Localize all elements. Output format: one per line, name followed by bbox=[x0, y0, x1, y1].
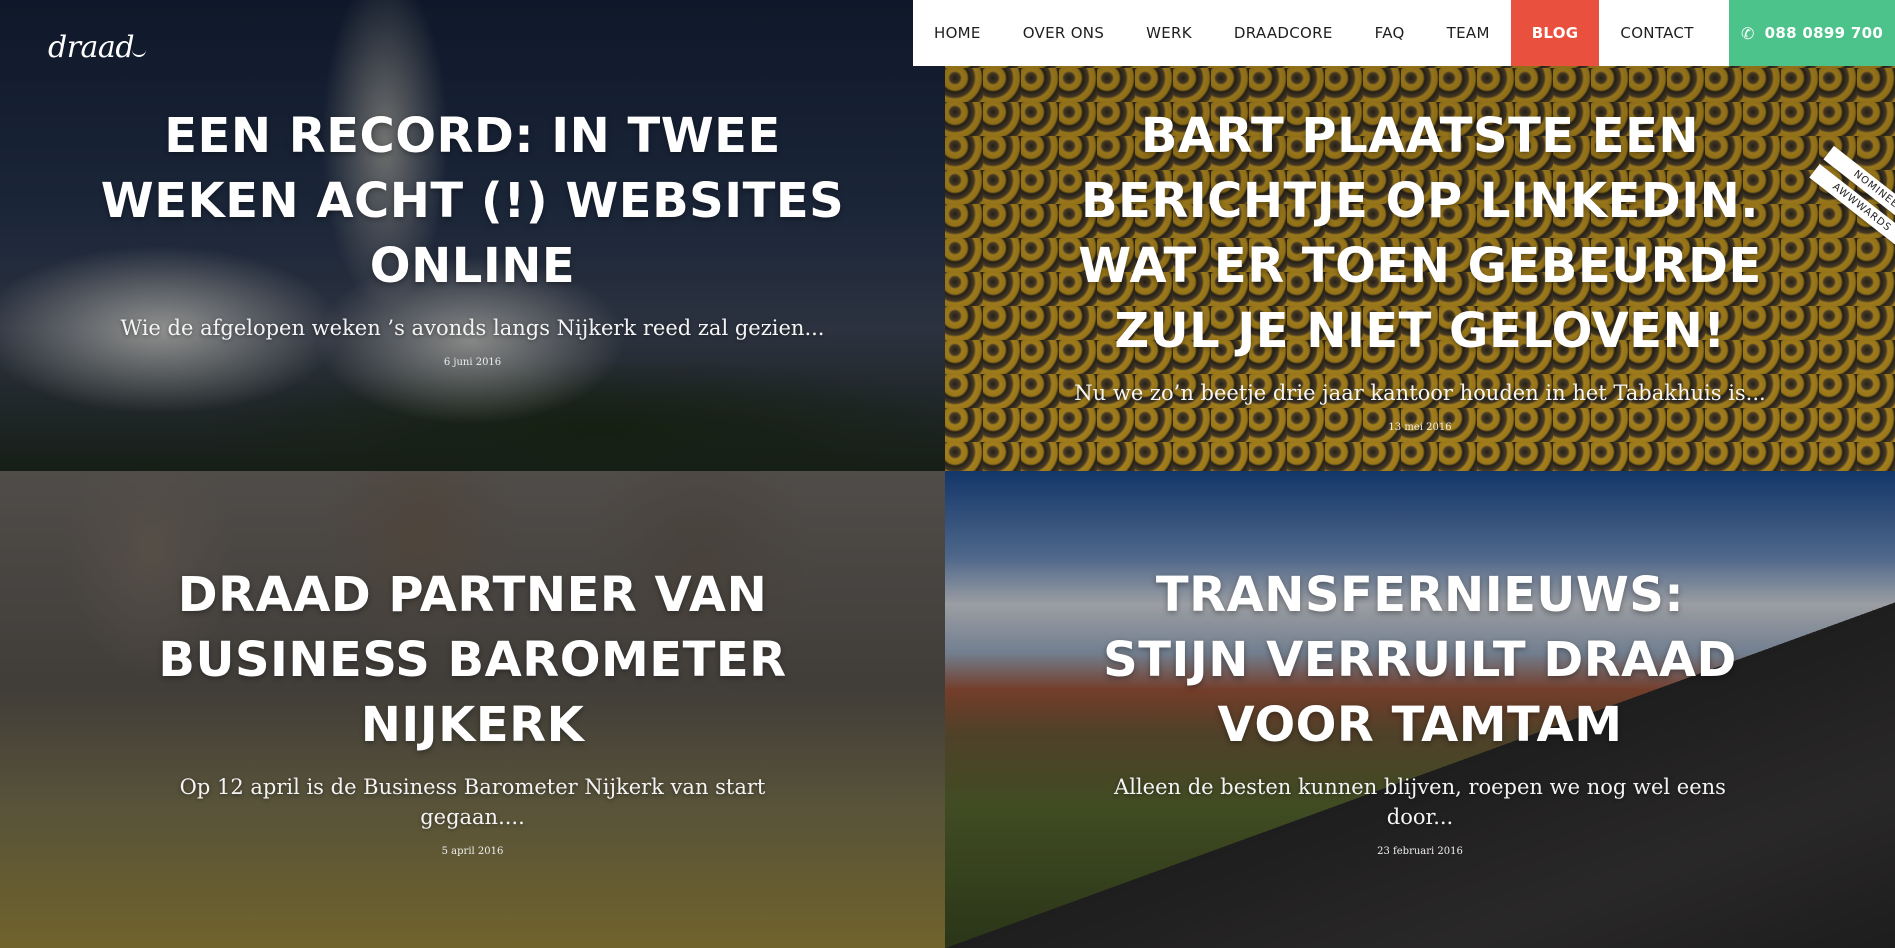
nav-contact[interactable]: CONTACT bbox=[1599, 0, 1714, 66]
post-title: TRANSFERNIEUWS: STIJN VERRUILT DRAAD VOO… bbox=[1103, 566, 1737, 753]
logo-text: draad bbox=[48, 30, 135, 65]
phone-icon: ✆ bbox=[1740, 23, 1755, 43]
nav-over-ons[interactable]: OVER ONS bbox=[1002, 0, 1125, 66]
nav-home[interactable]: HOME bbox=[913, 0, 1002, 66]
blog-post-card[interactable]: EEN RECORD: IN TWEE WEKEN ACHT (!) WEBSI… bbox=[0, 0, 945, 471]
post-excerpt: Nu we zo’n beetje drie jaar kantoor houd… bbox=[1074, 381, 1766, 405]
blog-post-card[interactable]: BART PLAATSTE EEN BERICHTJE OP LINKEDIN.… bbox=[945, 0, 1895, 471]
nav-faq[interactable]: FAQ bbox=[1354, 0, 1426, 66]
post-content: BART PLAATSTE EEN BERICHTJE OP LINKEDIN.… bbox=[945, 104, 1895, 433]
blog-page: draad HOME OVER ONS WERK DRAADCORE FAQ T… bbox=[0, 0, 1895, 948]
nav-team[interactable]: TEAM bbox=[1426, 0, 1511, 66]
nav-blog[interactable]: BLOG bbox=[1510, 0, 1600, 66]
post-date: 5 april 2016 bbox=[441, 845, 504, 857]
phone-number: 088 0899 700 bbox=[1764, 24, 1884, 42]
nav-draadcore[interactable]: DRAADCORE bbox=[1213, 0, 1354, 66]
post-content: TRANSFERNIEUWS: STIJN VERRUILT DRAAD VOO… bbox=[945, 563, 1895, 857]
blog-post-card[interactable]: TRANSFERNIEUWS: STIJN VERRUILT DRAAD VOO… bbox=[945, 471, 1895, 948]
post-excerpt: Op 12 april is de Business Barometer Nij… bbox=[179, 774, 766, 829]
post-content: DRAAD PARTNER VAN BUSINESS BAROMETER NIJ… bbox=[0, 563, 945, 857]
nav-werk[interactable]: WERK bbox=[1125, 0, 1213, 66]
post-excerpt: Alleen de besten kunnen blijven, roepen … bbox=[1114, 774, 1726, 829]
logo-tail-icon bbox=[132, 45, 147, 57]
main-nav: HOME OVER ONS WERK DRAADCORE FAQ TEAM BL… bbox=[913, 0, 1895, 66]
post-date: 13 mei 2016 bbox=[1388, 422, 1452, 433]
post-title: DRAAD PARTNER VAN BUSINESS BAROMETER NIJ… bbox=[158, 566, 787, 753]
post-title: BART PLAATSTE EEN BERICHTJE OP LINKEDIN.… bbox=[1078, 108, 1762, 359]
post-date: 6 juni 2016 bbox=[443, 356, 502, 368]
blog-post-card[interactable]: DRAAD PARTNER VAN BUSINESS BAROMETER NIJ… bbox=[0, 471, 945, 948]
post-date: 23 februari 2016 bbox=[1377, 845, 1463, 857]
blog-grid: EEN RECORD: IN TWEE WEKEN ACHT (!) WEBSI… bbox=[0, 0, 1895, 948]
phone-button[interactable]: ✆ 088 0899 700 bbox=[1729, 0, 1895, 66]
draad-logo[interactable]: draad bbox=[48, 30, 147, 65]
post-excerpt: Wie de afgelopen weken ’s avonds langs N… bbox=[120, 315, 825, 340]
post-content: EEN RECORD: IN TWEE WEKEN ACHT (!) WEBSI… bbox=[0, 104, 945, 368]
post-title: EEN RECORD: IN TWEE WEKEN ACHT (!) WEBSI… bbox=[100, 107, 845, 294]
